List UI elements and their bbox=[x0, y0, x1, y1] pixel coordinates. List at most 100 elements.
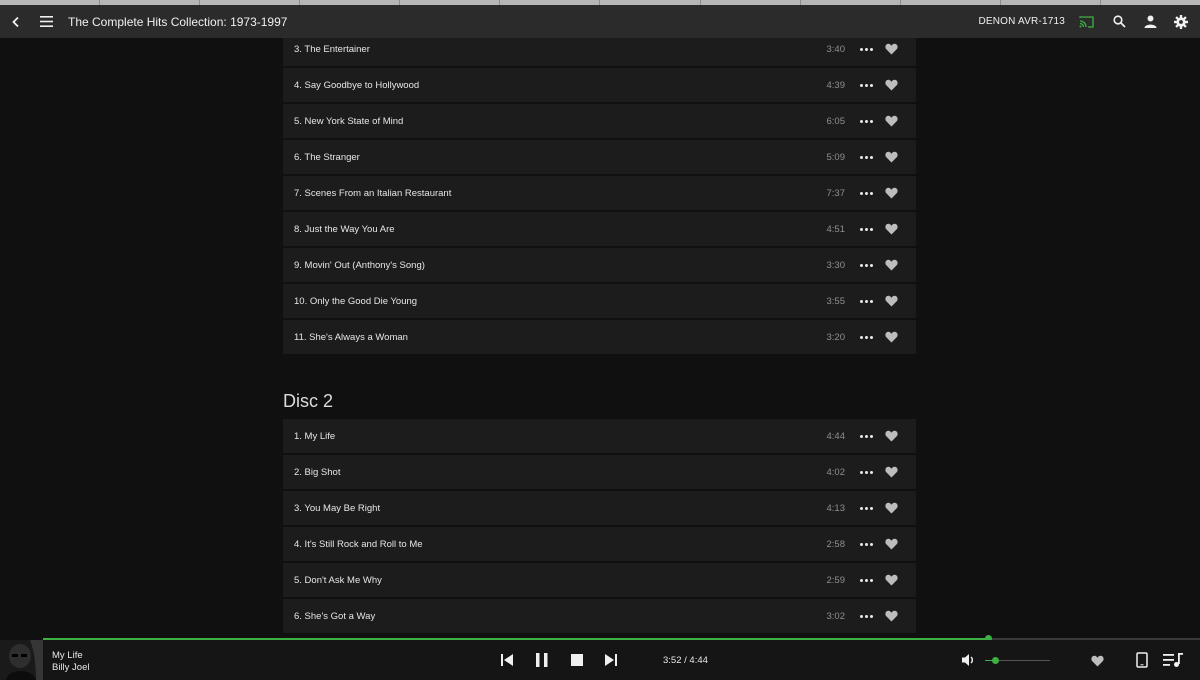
gear-icon[interactable] bbox=[1166, 5, 1196, 38]
queue-music-icon[interactable] bbox=[1163, 652, 1183, 673]
playback-time: 3:52 / 4:44 bbox=[663, 655, 708, 666]
now-playing-artist[interactable]: Billy Joel bbox=[52, 662, 90, 673]
track-duration: 4:44 bbox=[826, 430, 846, 442]
track-duration: 2:58 bbox=[826, 538, 846, 550]
now-playing-title[interactable]: My Life bbox=[52, 650, 83, 661]
track-row[interactable]: 7. Scenes From an Italian Restaurant 7:37 bbox=[283, 176, 916, 210]
heart-icon[interactable] bbox=[880, 248, 902, 282]
person-icon[interactable] bbox=[1134, 5, 1166, 38]
track-row[interactable]: 5. New York State of Mind 6:05 bbox=[283, 104, 916, 138]
hamburger-menu-icon[interactable] bbox=[31, 5, 61, 38]
track-duration: 3:55 bbox=[826, 295, 846, 307]
track-list-area[interactable]: 3. The Entertainer 3:40 4. Say Goodbye to … bbox=[0, 38, 1200, 638]
tablet-icon[interactable] bbox=[1136, 652, 1148, 673]
track-duration: 3:02 bbox=[826, 610, 846, 622]
heart-icon[interactable] bbox=[880, 419, 902, 453]
track-title[interactable]: 6. She's Got a Way bbox=[283, 611, 805, 622]
heart-icon[interactable] bbox=[880, 599, 902, 633]
more-dots-icon[interactable] bbox=[855, 248, 877, 282]
track-duration: 3:40 bbox=[826, 43, 846, 55]
album-cover[interactable] bbox=[0, 640, 43, 680]
track-title[interactable]: 5. New York State of Mind bbox=[283, 116, 805, 127]
track-title[interactable]: 10. Only the Good Die Young bbox=[283, 296, 805, 307]
heart-icon[interactable] bbox=[880, 104, 902, 138]
more-dots-icon[interactable] bbox=[855, 140, 877, 174]
heart-icon[interactable] bbox=[880, 320, 902, 354]
pause-icon[interactable] bbox=[535, 650, 549, 670]
track-title[interactable]: 1. My Life bbox=[283, 431, 805, 442]
track-title[interactable]: 6. The Stranger bbox=[283, 152, 805, 163]
stop-icon[interactable] bbox=[570, 650, 584, 670]
disc-2-title: Disc 2 bbox=[283, 391, 334, 411]
heart-icon[interactable] bbox=[880, 527, 902, 561]
skip-next-icon[interactable] bbox=[604, 650, 618, 670]
track-row[interactable]: 1. My Life 4:44 bbox=[283, 419, 916, 453]
track-title[interactable]: 11. She's Always a Woman bbox=[283, 332, 805, 343]
track-row[interactable]: 4. It's Still Rock and Roll to Me 2:58 bbox=[283, 527, 916, 561]
volume-icon[interactable] bbox=[961, 652, 976, 673]
more-dots-icon[interactable] bbox=[855, 419, 877, 453]
track-title[interactable]: 4. It's Still Rock and Roll to Me bbox=[283, 539, 805, 550]
track-title[interactable]: 2. Big Shot bbox=[283, 467, 805, 478]
more-dots-icon[interactable] bbox=[855, 527, 877, 561]
cast-icon[interactable] bbox=[1073, 5, 1099, 38]
track-row[interactable]: 4. Say Goodbye to Hollywood 4:39 bbox=[283, 68, 916, 102]
player-bar: My Life Billy Joel 3:52 / 4:44 bbox=[0, 640, 1200, 680]
heart-icon[interactable] bbox=[880, 284, 902, 318]
track-title[interactable]: 3. The Entertainer bbox=[283, 44, 805, 55]
more-dots-icon[interactable] bbox=[855, 599, 877, 633]
track-duration: 4:51 bbox=[826, 223, 846, 235]
more-dots-icon[interactable] bbox=[855, 104, 877, 138]
track-row[interactable]: 10. Only the Good Die Young 3:55 bbox=[283, 284, 916, 318]
track-row[interactable]: 11. She's Always a Woman 3:20 bbox=[283, 320, 916, 354]
track-row[interactable]: 3. The Entertainer 3:40 bbox=[283, 38, 916, 66]
track-duration: 3:30 bbox=[826, 259, 846, 271]
more-dots-icon[interactable] bbox=[855, 491, 877, 525]
track-title[interactable]: 8. Just the Way You Are bbox=[283, 224, 805, 235]
more-dots-icon[interactable] bbox=[855, 176, 877, 210]
heart-icon[interactable] bbox=[880, 140, 902, 174]
more-dots-icon[interactable] bbox=[855, 38, 877, 66]
more-dots-icon[interactable] bbox=[855, 320, 877, 354]
search-icon[interactable] bbox=[1104, 5, 1134, 38]
track-row[interactable]: 9. Movin' Out (Anthony's Song) 3:30 bbox=[283, 248, 916, 282]
disc-1-track-list: 3. The Entertainer 3:40 4. Say Goodbye to … bbox=[283, 38, 916, 356]
more-dots-icon[interactable] bbox=[855, 284, 877, 318]
top-bar: The Complete Hits Collection: 1973-1997 … bbox=[0, 5, 1200, 38]
track-duration: 2:59 bbox=[826, 574, 846, 586]
track-row[interactable]: 8. Just the Way You Are 4:51 bbox=[283, 212, 916, 246]
chevron-left-icon[interactable] bbox=[1, 5, 31, 38]
track-duration: 4:02 bbox=[826, 466, 846, 478]
track-row[interactable]: 6. She's Got a Way 3:02 bbox=[283, 599, 916, 633]
more-dots-icon[interactable] bbox=[855, 68, 877, 102]
volume-handle[interactable] bbox=[991, 657, 999, 664]
track-title[interactable]: 9. Movin' Out (Anthony's Song) bbox=[283, 260, 805, 271]
track-row[interactable]: 5. Don't Ask Me Why 2:59 bbox=[283, 563, 916, 597]
heart-icon[interactable] bbox=[880, 68, 902, 102]
heart-icon[interactable] bbox=[880, 212, 902, 246]
track-duration: 6:05 bbox=[826, 115, 846, 127]
more-dots-icon[interactable] bbox=[855, 455, 877, 489]
track-duration: 3:20 bbox=[826, 331, 846, 343]
device-name[interactable]: DENON AVR-1713 bbox=[978, 16, 1065, 27]
track-title[interactable]: 4. Say Goodbye to Hollywood bbox=[283, 80, 805, 91]
volume-slider[interactable] bbox=[985, 657, 1050, 664]
track-duration: 5:09 bbox=[826, 151, 846, 163]
track-duration: 4:13 bbox=[826, 502, 846, 514]
more-dots-icon[interactable] bbox=[855, 563, 877, 597]
heart-icon[interactable] bbox=[880, 491, 902, 525]
track-duration: 7:37 bbox=[826, 187, 846, 199]
heart-icon[interactable] bbox=[880, 38, 902, 66]
heart-icon[interactable] bbox=[880, 455, 902, 489]
track-title[interactable]: 5. Don't Ask Me Why bbox=[283, 575, 805, 586]
heart-icon[interactable] bbox=[880, 176, 902, 210]
track-row[interactable]: 2. Big Shot 4:02 bbox=[283, 455, 916, 489]
track-row[interactable]: 6. The Stranger 5:09 bbox=[283, 140, 916, 174]
more-dots-icon[interactable] bbox=[855, 212, 877, 246]
track-title[interactable]: 7. Scenes From an Italian Restaurant bbox=[283, 188, 805, 199]
heart-icon[interactable] bbox=[880, 563, 902, 597]
track-row[interactable]: 3. You May Be Right 4:13 bbox=[283, 491, 916, 525]
heart-icon[interactable] bbox=[1091, 654, 1104, 672]
skip-previous-icon[interactable] bbox=[500, 650, 514, 670]
track-title[interactable]: 3. You May Be Right bbox=[283, 503, 805, 514]
